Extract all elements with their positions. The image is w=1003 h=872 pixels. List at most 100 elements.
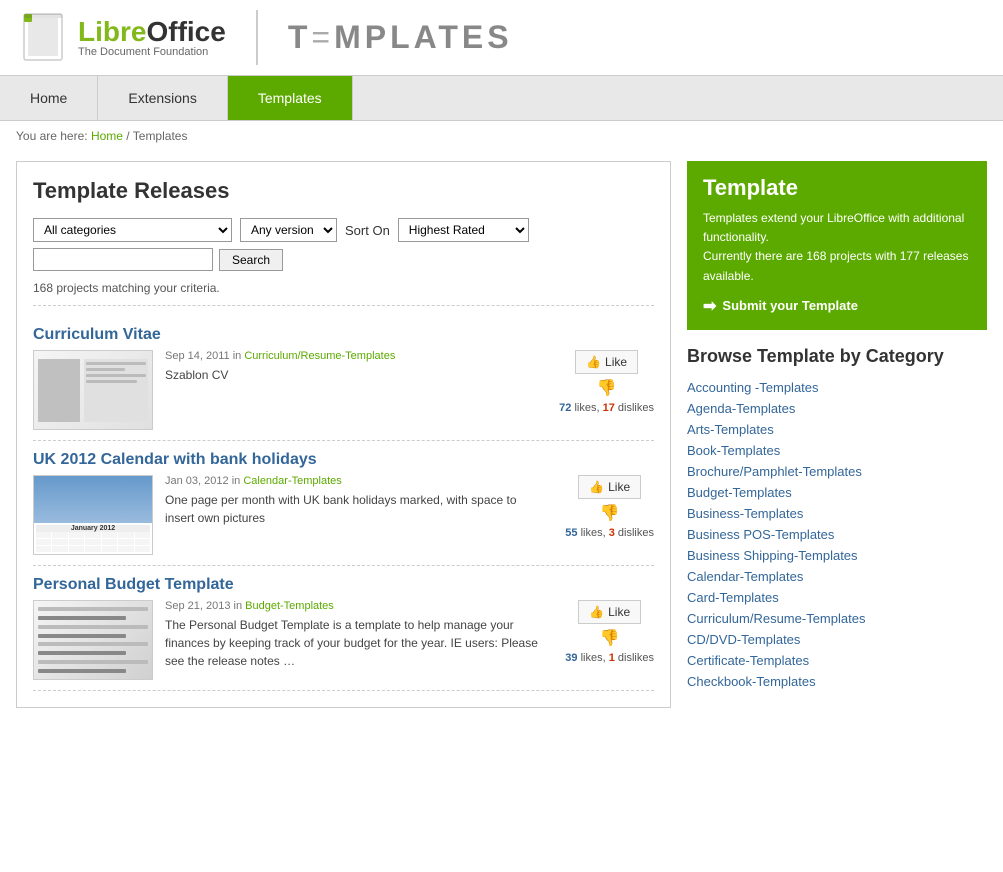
category-select[interactable]: All categories Calendar-Templates Budget… xyxy=(33,218,232,242)
nav-templates[interactable]: Templates xyxy=(228,76,353,120)
version-select[interactable]: Any version 4.x 3.x 2.x xyxy=(240,218,337,242)
category-link[interactable]: Arts-Templates xyxy=(687,422,774,437)
calendar-dislike-icon[interactable]: 👎 xyxy=(600,503,620,523)
info-box-title: Template xyxy=(703,175,971,201)
main-content: Template Releases All categories Calenda… xyxy=(0,151,1003,718)
category-link[interactable]: Card-Templates xyxy=(687,590,779,605)
filter-row: All categories Calendar-Templates Budget… xyxy=(33,218,654,242)
item-title-cv[interactable]: Curriculum Vitae xyxy=(33,326,654,344)
budget-like-button[interactable]: 👍 Like xyxy=(578,600,641,624)
submit-template-link[interactable]: ➡ Submit your Template xyxy=(703,296,858,316)
calendar-vote-count: 55 likes, 3 dislikes xyxy=(565,527,654,539)
budget-thumbnail xyxy=(33,600,153,680)
logo-area: LibreOffice The Document Foundation xyxy=(20,10,258,65)
budget-category-link[interactable]: Budget-Templates xyxy=(245,600,334,612)
category-link[interactable]: Business-Templates xyxy=(687,506,803,521)
list-item: Arts-Templates xyxy=(687,419,987,440)
template-item: Curriculum Vitae xyxy=(33,316,654,441)
nav-extensions[interactable]: Extensions xyxy=(98,76,227,120)
results-count: 168 projects matching your criteria. xyxy=(33,281,654,306)
breadcrumb-home[interactable]: Home xyxy=(91,129,123,143)
cv-dislike-icon[interactable]: 👎 xyxy=(597,378,617,398)
list-item: Business POS-Templates xyxy=(687,524,987,545)
search-input[interactable] xyxy=(33,248,213,271)
template-releases-box: Template Releases All categories Calenda… xyxy=(16,161,671,708)
category-link[interactable]: Book-Templates xyxy=(687,443,780,458)
category-link[interactable]: Business Shipping-Templates xyxy=(687,548,858,563)
header-title: T=MPLATES xyxy=(288,19,513,56)
cv-votes: 👍 Like 👎 72 likes, 17 dislikes xyxy=(559,350,654,414)
nav-home[interactable]: Home xyxy=(0,76,98,120)
template-item: Personal Budget Template xyxy=(33,566,654,691)
item-title-calendar[interactable]: UK 2012 Calendar with bank holidays xyxy=(33,451,654,469)
category-link[interactable]: Budget-Templates xyxy=(687,485,792,500)
item-title-budget[interactable]: Personal Budget Template xyxy=(33,576,654,594)
sort-select[interactable]: Highest Rated Newest First Most Download… xyxy=(398,218,529,242)
cv-meta: Sep 14, 2011 in Curriculum/Resume-Templa… xyxy=(165,350,537,362)
list-item: Brochure/Pamphlet-Templates xyxy=(687,461,987,482)
thumb-up-icon: 👍 xyxy=(589,605,604,619)
list-item: Agenda-Templates xyxy=(687,398,987,419)
search-button[interactable]: Search xyxy=(219,249,283,271)
category-link[interactable]: Accounting -Templates xyxy=(687,380,819,395)
budget-votes: 👍 Like 👎 39 likes, 1 dislikes xyxy=(565,600,654,664)
sort-label: Sort On xyxy=(345,223,390,238)
budget-meta: Sep 21, 2013 in Budget-Templates xyxy=(165,600,543,612)
browse-category-section: Browse Template by Category Accounting -… xyxy=(687,346,987,692)
budget-info: Sep 21, 2013 in Budget-Templates The Per… xyxy=(165,600,543,670)
list-item: Curriculum/Resume-Templates xyxy=(687,608,987,629)
category-link[interactable]: Checkbook-Templates xyxy=(687,674,816,689)
template-info-box: Template Templates extend your LibreOffi… xyxy=(687,161,987,330)
submit-template-label: Submit your Template xyxy=(722,298,858,313)
category-link[interactable]: Curriculum/Resume-Templates xyxy=(687,611,865,626)
main-nav: Home Extensions Templates xyxy=(0,76,1003,121)
template-releases-title: Template Releases xyxy=(33,178,654,204)
calendar-like-button[interactable]: 👍 Like xyxy=(578,475,641,499)
list-item: Certificate-Templates xyxy=(687,650,987,671)
item-body-budget: Sep 21, 2013 in Budget-Templates The Per… xyxy=(33,600,654,680)
list-item: Checkbook-Templates xyxy=(687,671,987,692)
info-box-desc: Templates extend your LibreOffice with a… xyxy=(703,209,971,286)
budget-desc: The Personal Budget Template is a templa… xyxy=(165,616,543,670)
list-item: Budget-Templates xyxy=(687,482,987,503)
calendar-thumbnail: January 2012 xyxy=(33,475,153,555)
thumb-up-icon: 👍 xyxy=(586,355,601,369)
cv-thumbnail xyxy=(33,350,153,430)
category-link[interactable]: Agenda-Templates xyxy=(687,401,795,416)
calendar-category-link[interactable]: Calendar-Templates xyxy=(243,475,341,487)
breadcrumb: You are here: Home / Templates xyxy=(0,121,1003,151)
libreoffice-logo-icon xyxy=(20,10,70,65)
budget-dislike-icon[interactable]: 👎 xyxy=(600,628,620,648)
logo-name: LibreOffice xyxy=(78,18,226,46)
item-body-cv: Sep 14, 2011 in Curriculum/Resume-Templa… xyxy=(33,350,654,430)
item-body-calendar: January 2012 xyxy=(33,475,654,555)
list-item: Accounting -Templates xyxy=(687,377,987,398)
list-item: Business Shipping-Templates xyxy=(687,545,987,566)
arrow-right-icon: ➡ xyxy=(703,296,716,316)
list-item: Book-Templates xyxy=(687,440,987,461)
category-link[interactable]: Business POS-Templates xyxy=(687,527,834,542)
list-item: Card-Templates xyxy=(687,587,987,608)
template-item: UK 2012 Calendar with bank holidays Janu… xyxy=(33,441,654,566)
budget-vote-count: 39 likes, 1 dislikes xyxy=(565,652,654,664)
category-link[interactable]: Calendar-Templates xyxy=(687,569,803,584)
calendar-votes: 👍 Like 👎 55 likes, 3 dislikes xyxy=(565,475,654,539)
logo-text-area: LibreOffice The Document Foundation xyxy=(78,18,226,58)
calendar-info: Jan 03, 2012 in Calendar-Templates One p… xyxy=(165,475,543,527)
header: LibreOffice The Document Foundation T=MP… xyxy=(0,0,1003,76)
list-item: CD/DVD-Templates xyxy=(687,629,987,650)
calendar-desc: One page per month with UK bank holidays… xyxy=(165,491,543,527)
browse-category-title: Browse Template by Category xyxy=(687,346,987,367)
list-item: Calendar-Templates xyxy=(687,566,987,587)
logo-sub: The Document Foundation xyxy=(78,46,226,58)
category-link[interactable]: Certificate-Templates xyxy=(687,653,809,668)
cv-like-button[interactable]: 👍 Like xyxy=(575,350,638,374)
logo-libre: Libre xyxy=(78,16,146,47)
thumb-up-icon: 👍 xyxy=(589,480,604,494)
category-link[interactable]: CD/DVD-Templates xyxy=(687,632,800,647)
left-panel: Template Releases All categories Calenda… xyxy=(16,161,671,708)
logo-office: Office xyxy=(146,16,225,47)
category-link[interactable]: Brochure/Pamphlet-Templates xyxy=(687,464,862,479)
breadcrumb-separator: / xyxy=(123,129,133,143)
cv-category-link[interactable]: Curriculum/Resume-Templates xyxy=(244,350,395,362)
